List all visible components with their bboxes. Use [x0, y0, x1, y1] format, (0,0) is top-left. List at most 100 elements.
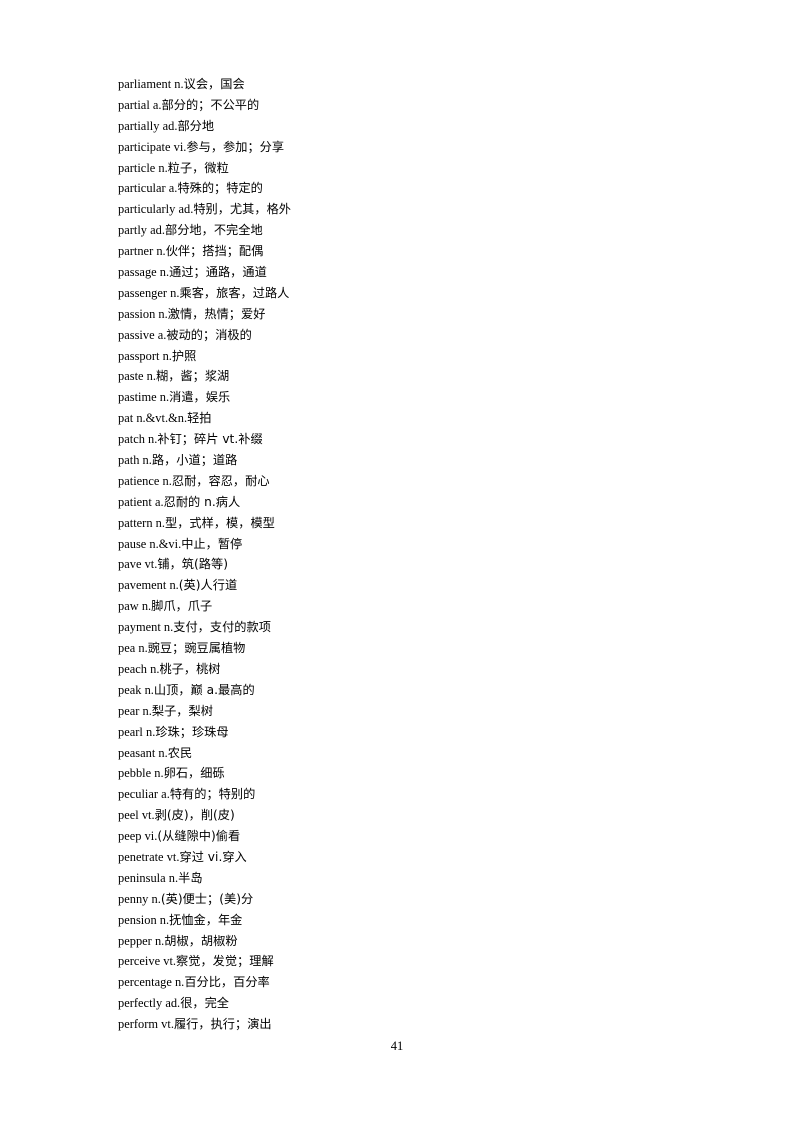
- entry-term: peep vi.: [118, 829, 158, 844]
- vocabulary-entry: payment n.支付，支付的款项: [118, 617, 678, 638]
- entry-term: peak n.: [118, 682, 154, 697]
- vocabulary-entry: peak n.山顶，巅 a.最高的: [118, 680, 678, 701]
- vocabulary-entry: particle n.粒子，微粒: [118, 158, 678, 179]
- entry-term: pattern n.: [118, 515, 165, 530]
- entry-term: paw n.: [118, 599, 152, 614]
- entry-gloss: 特有的；特别的: [169, 787, 256, 802]
- vocabulary-entry: pebble n.卵石，细砾: [118, 763, 678, 784]
- vocabulary-entry: participate vi.参与，参加；分享: [118, 137, 678, 158]
- entry-gloss: 豌豆；豌豆属植物: [147, 641, 246, 656]
- vocabulary-entry: patient a.忍耐的 n.病人: [118, 492, 678, 513]
- entry-gloss: 察觉，发觉；理解: [176, 954, 274, 969]
- entry-gloss: 补钉；碎片 vt.补缀: [157, 432, 263, 447]
- entry-gloss: 百分比，百分率: [184, 975, 270, 990]
- entry-gloss: 半岛: [178, 870, 203, 885]
- vocabulary-entry: partial a.部分的；不公平的: [118, 95, 678, 116]
- vocabulary-entry: paw n.脚爪，爪子: [118, 596, 678, 617]
- vocabulary-entry: percentage n.百分比，百分率: [118, 972, 678, 993]
- vocabulary-entry: perceive vt.察觉，发觉；理解: [118, 951, 678, 972]
- entry-term: passive a.: [118, 327, 167, 342]
- entry-gloss: 梨子，梨树: [151, 703, 213, 718]
- entry-gloss: 履行，执行；演出: [173, 1017, 272, 1032]
- vocabulary-entry: pave vt.铺，筑(路等): [118, 554, 678, 575]
- entry-term: peasant n.: [118, 745, 168, 760]
- entry-term: penetrate vt.: [118, 849, 180, 864]
- vocabulary-entry: passage n.通过；通路，通道: [118, 262, 678, 283]
- entry-term: perfectly ad.: [118, 996, 181, 1011]
- page-number: 41: [390, 1039, 404, 1053]
- entry-term: path n.: [118, 453, 152, 468]
- entry-gloss: 通过；通路，通道: [169, 265, 267, 280]
- entry-gloss: 参与，参加；分享: [186, 139, 285, 154]
- vocabulary-entry: pattern n.型，式样，模，模型: [118, 513, 678, 534]
- entry-term: patch n.: [118, 432, 158, 447]
- entry-term: pavement n.: [118, 578, 179, 593]
- entry-term: partly ad.: [118, 223, 165, 238]
- entry-term: parliament n.: [118, 77, 184, 91]
- entry-term: participate vi.: [118, 139, 187, 154]
- entry-term: pause n.&vi.: [118, 536, 182, 551]
- entry-gloss: 珍珠；珍珠母: [155, 724, 229, 739]
- entry-term: pave vt.: [118, 557, 158, 572]
- vocabulary-entry: paste n.糊，酱；浆湖: [118, 366, 678, 387]
- vocabulary-entry: passion n.激情，热情；爱好: [118, 304, 678, 325]
- entry-term: particle n.: [118, 160, 168, 175]
- entry-term: paste n.: [118, 369, 157, 384]
- entry-term: partially ad.: [118, 118, 178, 133]
- entry-term: pearl n.: [118, 724, 156, 739]
- vocabulary-entry: pavement n.(英)人行道: [118, 575, 678, 596]
- entry-term: pension n.: [118, 912, 170, 927]
- entry-gloss: 型，式样，模，模型: [165, 515, 275, 530]
- entry-gloss: 乘客，旅客，过路人: [179, 285, 290, 300]
- entry-term: partner n.: [118, 244, 166, 259]
- vocabulary-entry: pea n.豌豆；豌豆属植物: [118, 638, 678, 659]
- entry-gloss: 特殊的；特定的: [177, 181, 263, 196]
- entry-term: perceive vt.: [118, 954, 177, 969]
- entry-gloss: 被动的；消极的: [166, 327, 252, 342]
- entry-gloss: 路，小道；道路: [151, 453, 238, 468]
- entry-term: percentage n.: [118, 975, 185, 990]
- entry-term: pat n.&vt.&n.: [118, 411, 188, 426]
- vocabulary-entry: passport n.护照: [118, 346, 678, 367]
- entry-gloss: 桃子，桃树: [159, 661, 221, 676]
- vocabulary-entry: parliament n.议会，国会: [118, 74, 678, 95]
- vocabulary-entry: pepper n.胡椒，胡椒粉: [118, 931, 678, 952]
- vocabulary-entry: pension n.抚恤金，年金: [118, 910, 678, 931]
- entry-term: passport n.: [118, 348, 172, 363]
- vocabulary-entry: penny n.(英)便士；(美)分: [118, 889, 678, 910]
- vocabulary-entry: pat n.&vt.&n.轻拍: [118, 408, 678, 429]
- entry-gloss: 粒子，微粒: [167, 160, 229, 175]
- entry-term: passage n.: [118, 265, 170, 280]
- entry-gloss: 抚恤金，年金: [169, 912, 243, 927]
- vocabulary-entry: partially ad.部分地: [118, 116, 678, 137]
- entry-gloss: 很，完全: [180, 996, 230, 1011]
- entry-gloss: 轻拍: [187, 411, 212, 426]
- entry-term: peculiar a.: [118, 787, 170, 802]
- vocabulary-entry: passenger n.乘客，旅客，过路人: [118, 283, 678, 304]
- entry-gloss: 部分的；不公平的: [161, 97, 260, 112]
- vocabulary-entry: particular a.特殊的；特定的: [118, 178, 678, 199]
- entry-term: peel vt.: [118, 808, 155, 823]
- entry-term: patient a.: [118, 494, 164, 509]
- entry-term: peninsula n.: [118, 870, 179, 885]
- entry-gloss: 山顶，巅 a.最高的: [153, 682, 255, 697]
- entry-gloss: 支付，支付的款项: [173, 620, 271, 635]
- entry-gloss: 中止，暂停: [181, 536, 243, 551]
- entry-term: pea n.: [118, 641, 148, 656]
- entry-gloss: 护照: [171, 348, 197, 363]
- entry-term: passenger n.: [118, 285, 180, 300]
- vocabulary-entry: pear n.梨子，梨树: [118, 701, 678, 722]
- vocabulary-entry: partner n.伙伴；搭挡；配偶: [118, 241, 678, 262]
- vocabulary-entry: particularly ad.特别，尤其，格外: [118, 199, 678, 220]
- vocabulary-entry: pastime n.消遣，娱乐: [118, 387, 678, 408]
- document-page: parliament n.议会，国会 partial a.部分的；不公平的 part…: [0, 0, 794, 1123]
- entry-gloss: (英)便士；(美)分: [160, 891, 254, 906]
- entry-term: particularly ad.: [118, 202, 194, 217]
- vocabulary-entry: peel vt.剥(皮)，削(皮): [118, 805, 678, 826]
- entry-term: passion n.: [118, 306, 168, 321]
- vocabulary-entry: pause n.&vi.中止，暂停: [118, 534, 678, 555]
- entry-gloss: 剥(皮)，削(皮): [154, 808, 235, 823]
- vocabulary-entry: patience n.忍耐，容忍，耐心: [118, 471, 678, 492]
- entry-gloss: 卵石，细砾: [163, 766, 225, 781]
- entry-gloss: 伙伴；搭挡；配偶: [165, 244, 264, 259]
